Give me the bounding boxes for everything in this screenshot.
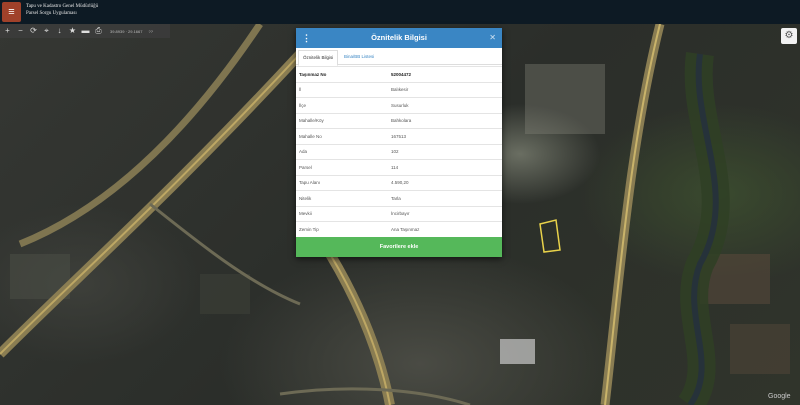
- row-key: Parsel: [296, 159, 388, 175]
- help-button[interactable]: ??: [148, 29, 152, 34]
- refresh-icon[interactable]: ⟳: [28, 25, 39, 37]
- row-value: 4.590,20: [388, 174, 502, 191]
- table-row: İlçe Susurluk: [296, 97, 502, 113]
- table-row: Mevkii İncirbayır: [296, 205, 502, 222]
- brand-subtitle: Parsel Sorgu Uygulaması: [26, 11, 77, 16]
- map-toolbar: + − ⟳ ⌖ ↓ ★ ▬ ⎙ 39.8939 · 29.1667 ??: [0, 24, 170, 38]
- panel-title: Öznitelik Bilgisi: [371, 33, 427, 42]
- row-key: Tapu Alanı: [296, 174, 388, 191]
- local-road: [279, 387, 471, 405]
- table-row: Tapu Alanı 4.590,20: [296, 174, 502, 191]
- row-value: 52004472: [388, 66, 502, 82]
- row-key: İlçe: [296, 97, 388, 113]
- table-row: Mahalle/Köy Bahkolara: [296, 112, 502, 129]
- row-value: Susurluk: [388, 97, 502, 113]
- construction-site: [525, 64, 605, 134]
- highway-road: [325, 251, 395, 405]
- app-brand: Tapu ve Kadastro Genel Müdürlüğü Parsel …: [26, 3, 98, 17]
- table-row: Mahalle No 167513: [296, 128, 502, 144]
- close-icon[interactable]: ✕: [489, 28, 496, 48]
- gear-icon[interactable]: ⚙: [781, 28, 797, 44]
- crosshair-icon[interactable]: ⌖: [41, 25, 52, 37]
- row-key: Mevkii: [296, 205, 388, 222]
- hamburger-menu-button[interactable]: ≡: [2, 2, 21, 22]
- table-row: Ada 102: [296, 143, 502, 160]
- table-row: Zemin Tip Ana Taşınmaz: [296, 221, 502, 237]
- building-block: [500, 339, 535, 364]
- plus-icon[interactable]: +: [2, 25, 13, 37]
- row-value: 102: [388, 143, 502, 160]
- download-icon[interactable]: ↓: [54, 25, 65, 37]
- google-attribution: Google: [768, 393, 791, 400]
- tab-attribute-info[interactable]: Öznitelik Bilgisi: [298, 50, 339, 66]
- row-value: Ana Taşınmaz: [388, 221, 502, 237]
- table-row: Taşınmaz No 52004472: [296, 66, 502, 82]
- row-value: Tarla: [388, 190, 502, 206]
- star-icon[interactable]: ★: [67, 25, 78, 37]
- row-value: İncirbayır: [388, 205, 502, 222]
- row-value: 167513: [388, 128, 502, 144]
- tab-building-list[interactable]: Bina/BB Listesi: [340, 50, 378, 64]
- brand-title: Tapu ve Kadastro Genel Müdürlüğü: [26, 4, 99, 9]
- add-to-favorites-button[interactable]: Favorilere ekle: [296, 237, 502, 257]
- row-key: İl: [296, 81, 388, 98]
- app-header: ≡ Tapu ve Kadastro Genel Müdürlüğü Parse…: [0, 0, 800, 24]
- highway-road: [600, 24, 665, 405]
- print-icon[interactable]: ⎙: [93, 25, 104, 37]
- panel-header: ⋮ Öznitelik Bilgisi ✕: [296, 28, 502, 48]
- attribute-info-panel: ⋮ Öznitelik Bilgisi ✕ Öznitelik Bilgisi …: [296, 28, 502, 257]
- row-key: Taşınmaz No: [296, 66, 388, 82]
- row-value: Balıkesir: [388, 81, 502, 98]
- row-value: Bahkolara: [388, 112, 502, 129]
- coordinate-readout: 39.8939 · 29.1667: [110, 28, 143, 34]
- field-patch: [200, 274, 250, 314]
- table-row: Parsel 114: [296, 159, 502, 175]
- row-value: 114: [388, 159, 502, 175]
- row-key: Nitelik: [296, 190, 388, 206]
- table-row: Nitelik Tarla: [296, 190, 502, 206]
- table-row: İl Balıkesir: [296, 81, 502, 98]
- panel-tabs: Öznitelik Bilgisi Bina/BB Listesi: [296, 50, 502, 66]
- minus-line-icon[interactable]: ▬: [80, 25, 91, 37]
- selected-parcel-outline: [539, 219, 561, 253]
- row-key: Ada: [296, 143, 388, 160]
- field-patch: [730, 324, 790, 374]
- row-key: Mahalle No: [296, 128, 388, 144]
- row-key: Mahalle/Köy: [296, 112, 388, 129]
- row-key: Zemin Tip: [296, 221, 388, 237]
- minus-icon[interactable]: −: [15, 25, 26, 37]
- attribute-table: Taşınmaz No 52004472 İl Balıkesir İlçe Susu…: [296, 66, 502, 252]
